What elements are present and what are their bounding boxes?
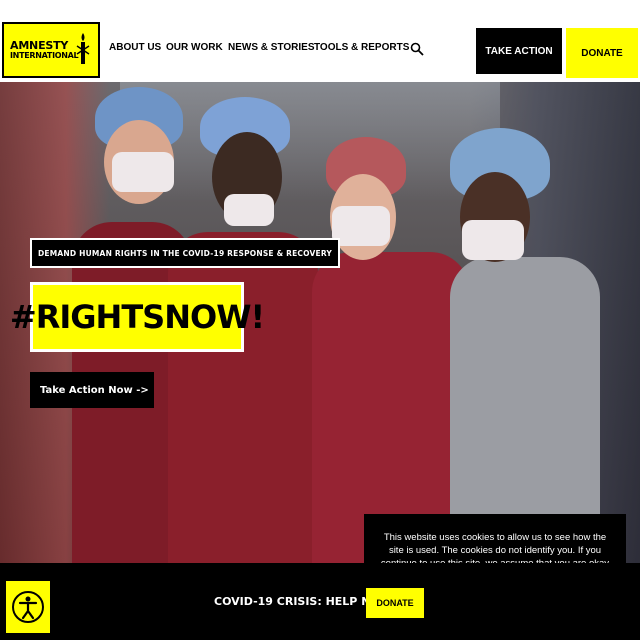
candle-icon [76, 33, 90, 64]
nav-our-work[interactable]: OUR WORK [166, 42, 223, 53]
donate-button[interactable]: DONATE [566, 28, 638, 78]
hero-tagline: DEMAND HUMAN RIGHTS IN THE COVID-19 RESP… [30, 238, 341, 268]
nav-about-us[interactable]: ABOUT US [109, 42, 161, 53]
hero-section: DEMAND HUMAN RIGHTS IN THE COVID-19 RESP… [0, 82, 640, 563]
search-icon[interactable] [410, 42, 424, 56]
site-header: AMNESTY INTERNATIONAL ABOUT US OUR WORK … [0, 0, 640, 82]
nav-news-stories[interactable]: NEWS & STORIES [228, 42, 315, 53]
accessibility-icon[interactable] [6, 581, 50, 633]
logo-line-2: INTERNATIONAL [10, 50, 79, 60]
footer-donate-button[interactable]: DONATE [366, 588, 424, 618]
take-action-button[interactable]: TAKE ACTION [476, 28, 562, 74]
logo-line-1: AMNESTY [10, 39, 69, 53]
cookie-text: This website uses cookies to allow us to… [381, 532, 609, 563]
rightsnow-button[interactable]: #RIGHTSNOW! [10, 282, 265, 352]
amnesty-logo[interactable]: AMNESTY INTERNATIONAL [2, 22, 100, 78]
footer-bar: COVID-19 CRISIS: HELP NOW [0, 563, 640, 640]
nav-tools-reports[interactable]: TOOLS & REPORTS [314, 42, 409, 53]
take-action-now-button[interactable]: Take Action Now -> [30, 372, 154, 408]
cookie-banner: This website uses cookies to allow us to… [364, 514, 626, 563]
